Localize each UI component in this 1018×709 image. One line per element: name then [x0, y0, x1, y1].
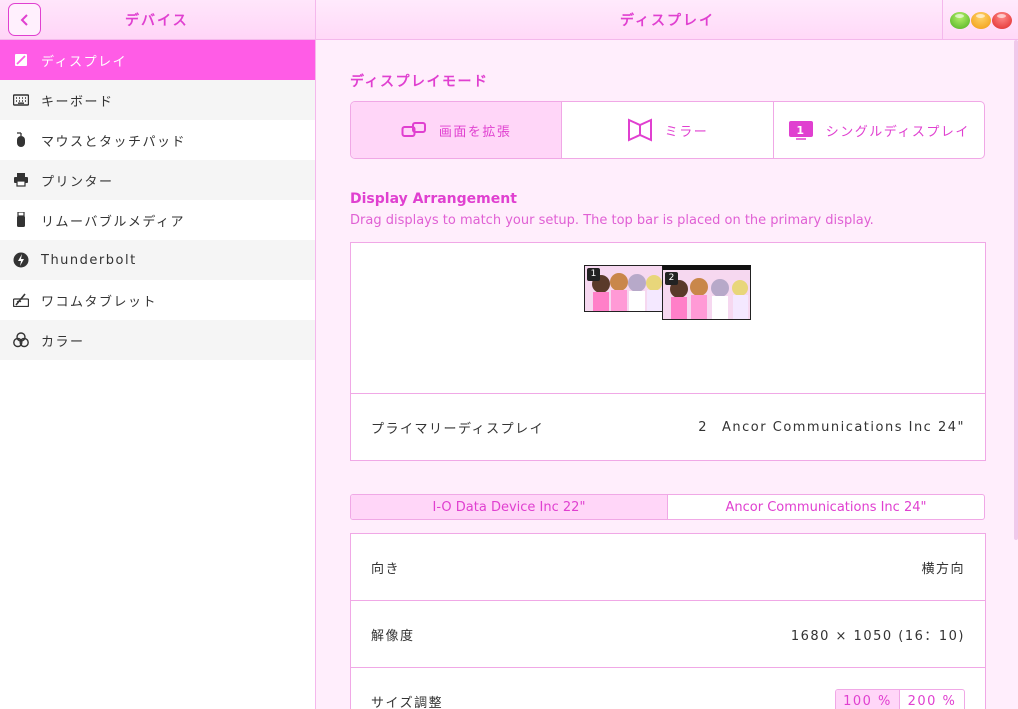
mode-mirror-button[interactable]: ミラー: [562, 102, 774, 158]
sidebar-item-wacom[interactable]: ワコムタブレット: [0, 280, 315, 320]
chevron-left-icon: [20, 13, 28, 26]
orientation-value: 横方向: [921, 561, 965, 577]
color-icon: [12, 331, 30, 349]
usb-icon: [12, 211, 30, 229]
mode-extend-button[interactable]: 画面を拡張: [351, 102, 563, 158]
resolution-row[interactable]: 解像度 1680 × 1050 (16：10): [351, 601, 985, 668]
tab-monitor-1[interactable]: I-O Data Device Inc 22": [351, 495, 668, 519]
monitor-thumbnail[interactable]: 2: [662, 265, 751, 320]
extend-icon: [401, 122, 426, 137]
monitor-tabs: I-O Data Device Inc 22" Ancor Communicat…: [350, 494, 985, 520]
mouse-icon: [12, 131, 30, 149]
primary-display-row[interactable]: プライマリーディスプレイ 2 Ancor Communications Inc 2…: [351, 394, 985, 460]
sidebar-item-removable-media[interactable]: リムーバブルメディア: [0, 200, 315, 240]
sidebar-title: デバイス: [125, 13, 189, 29]
scale-100-button[interactable]: 100 %: [836, 689, 900, 709]
page-title: ディスプレイ: [620, 13, 716, 29]
sidebar-item-mouse[interactable]: マウスとタッチパッド: [0, 120, 315, 160]
sidebar-item-keyboard[interactable]: キーボード: [0, 80, 315, 120]
printer-icon: [12, 171, 30, 189]
primary-display-value: 2 Ancor Communications Inc 24": [698, 419, 965, 435]
back-button[interactable]: [8, 3, 41, 36]
mode-single-button[interactable]: 1 シングルディスプレイ: [774, 102, 984, 158]
monitor-number: 1: [587, 268, 600, 281]
tab-monitor-2[interactable]: Ancor Communications Inc 24": [668, 495, 984, 519]
svg-text:1: 1: [796, 124, 805, 137]
sidebar-header: デバイス: [0, 0, 316, 40]
main-header: ディスプレイ: [316, 0, 1018, 40]
keyboard-icon: [12, 91, 30, 109]
resolution-value: 1680 × 1050 (16：10): [790, 628, 965, 644]
mirror-icon: [627, 118, 652, 142]
thunderbolt-icon: [12, 251, 30, 269]
monitor-thumbnail[interactable]: 1: [584, 265, 663, 312]
orientation-row[interactable]: 向き 横方向: [351, 534, 985, 601]
arrangement-panel: 1 2 プライマリーディスプレイ 2 Ancor Communications I…: [350, 242, 986, 461]
tablet-icon: [12, 291, 30, 309]
scale-selector: 100 % 200 %: [835, 688, 965, 709]
arrangement-canvas: 1 2: [351, 243, 985, 394]
orientation-label: 向き: [371, 561, 401, 577]
monitor-properties: 向き 横方向 解像度 1680 × 1050 (16：10) サイズ調整 100…: [350, 533, 986, 709]
main-panel: ディスプレイモード 画面を拡張 ミラー 1 シングルディスプレイ Display…: [316, 40, 1018, 709]
scale-200-button[interactable]: 200 %: [900, 690, 964, 709]
sidebar: ディスプレイ キーボード マウスとタッチパッド プリンター リムーバブルメディア…: [0, 40, 316, 709]
single-display-icon: 1: [788, 121, 813, 140]
display-mode-selector: 画面を拡張 ミラー 1 シングルディスプレイ: [350, 101, 985, 159]
resolution-label: 解像度: [371, 628, 415, 644]
scale-row: サイズ調整 100 % 200 %: [351, 668, 985, 709]
display-icon: [12, 51, 30, 69]
sidebar-item-thunderbolt[interactable]: Thunderbolt: [0, 240, 315, 280]
close-button[interactable]: [991, 11, 1012, 29]
scrollbar[interactable]: [1014, 40, 1018, 540]
minimize-button[interactable]: [970, 11, 991, 29]
sidebar-item-display[interactable]: ディスプレイ: [0, 40, 315, 80]
sidebar-item-color[interactable]: カラー: [0, 320, 315, 360]
sidebar-item-printer[interactable]: プリンター: [0, 160, 315, 200]
primary-display-label: プライマリーディスプレイ: [371, 421, 545, 437]
scale-label: サイズ調整: [371, 696, 444, 709]
arrangement-title: Display Arrangement: [350, 191, 517, 207]
maximize-button[interactable]: [949, 11, 970, 29]
window-controls: [942, 0, 1018, 40]
display-mode-title: ディスプレイモード: [350, 74, 489, 90]
arrangement-subtitle: Drag displays to match your setup. The t…: [350, 213, 874, 228]
monitor-number: 2: [665, 272, 678, 285]
